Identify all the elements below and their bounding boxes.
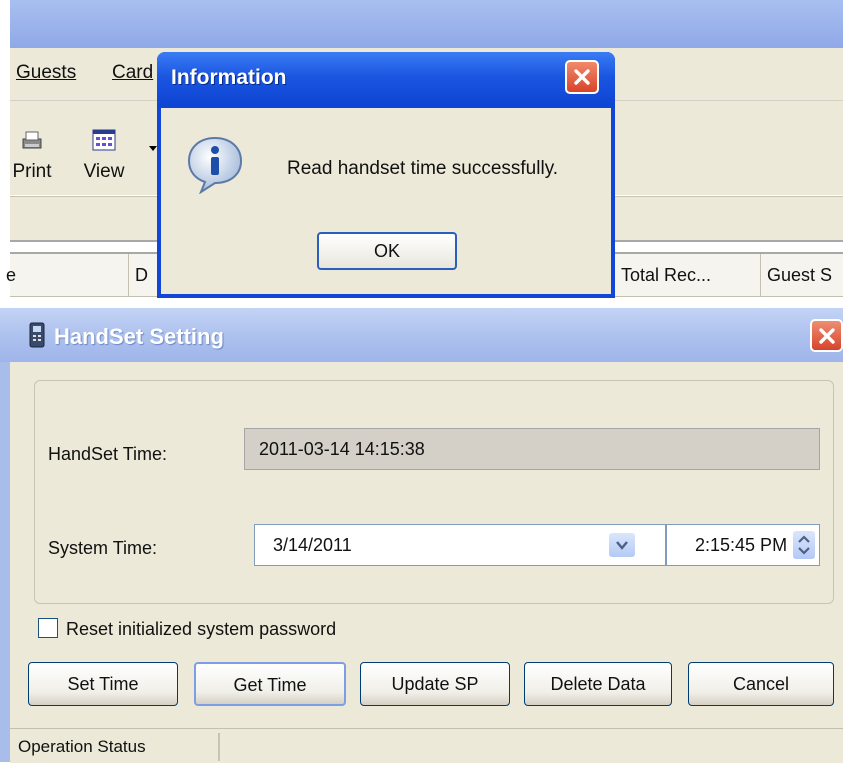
system-time-value: 2:15:45 PM bbox=[695, 535, 788, 555]
handset-setting-window: HandSet Setting HandSet Time: 2011-03-14… bbox=[0, 308, 843, 763]
column-header[interactable]: e bbox=[0, 254, 126, 296]
handset-close-button[interactable] bbox=[810, 319, 843, 352]
menu-card[interactable]: Card bbox=[112, 62, 153, 84]
view-grid-icon bbox=[92, 129, 116, 151]
menu-guests[interactable]: Guests bbox=[16, 62, 76, 84]
status-divider bbox=[218, 733, 220, 761]
information-icon bbox=[187, 136, 243, 194]
handset-icon bbox=[29, 322, 45, 348]
ok-button[interactable]: OK bbox=[317, 232, 457, 270]
info-titlebar[interactable]: Information bbox=[157, 52, 615, 108]
print-button[interactable]: Print bbox=[10, 101, 54, 195]
info-title: Information bbox=[171, 66, 287, 89]
settings-group bbox=[34, 380, 834, 604]
system-time-picker[interactable]: 2:15:45 PM bbox=[666, 524, 820, 566]
delete-data-button[interactable]: Delete Data bbox=[524, 662, 672, 706]
printer-icon bbox=[22, 131, 42, 149]
reset-password-label[interactable]: Reset initialized system password bbox=[66, 619, 336, 640]
chevron-down-icon bbox=[616, 541, 628, 550]
view-button[interactable]: View bbox=[76, 101, 132, 195]
spin-arrows-icon bbox=[798, 535, 810, 555]
status-text: Operation Status bbox=[18, 737, 146, 756]
reset-password-checkbox[interactable] bbox=[38, 618, 58, 638]
handset-title: HandSet Setting bbox=[54, 324, 224, 349]
get-time-button[interactable]: Get Time bbox=[194, 662, 346, 706]
cancel-button[interactable]: Cancel bbox=[688, 662, 834, 706]
update-sp-button[interactable]: Update SP bbox=[360, 662, 510, 706]
information-dialog: Information Read handset time successful… bbox=[157, 52, 615, 298]
handset-time-field: 2011-03-14 14:15:38 bbox=[244, 428, 820, 470]
view-label: View bbox=[83, 161, 125, 182]
column-header[interactable]: Total Rec... bbox=[614, 254, 761, 296]
column-header[interactable]: Guest S bbox=[760, 254, 843, 296]
time-spinner[interactable] bbox=[793, 531, 815, 559]
close-icon bbox=[574, 69, 590, 85]
status-bar: Operation Status bbox=[10, 728, 843, 763]
system-date-picker[interactable]: 3/14/2011 bbox=[254, 524, 666, 566]
window-border bbox=[0, 362, 10, 762]
system-date-value: 3/14/2011 bbox=[273, 535, 352, 555]
close-icon bbox=[819, 328, 835, 344]
main-window-titlebar bbox=[10, 0, 843, 48]
info-close-button[interactable] bbox=[565, 60, 599, 94]
system-time-label: System Time: bbox=[48, 538, 158, 558]
handset-time-label: HandSet Time: bbox=[48, 444, 168, 464]
print-label: Print bbox=[12, 161, 52, 182]
set-time-button[interactable]: Set Time bbox=[28, 662, 178, 706]
handset-titlebar[interactable]: HandSet Setting bbox=[0, 308, 843, 362]
date-dropdown-button[interactable] bbox=[609, 533, 635, 557]
info-message: Read handset time successfully. bbox=[287, 158, 559, 179]
info-body: Read handset time successfully. OK bbox=[161, 108, 611, 294]
